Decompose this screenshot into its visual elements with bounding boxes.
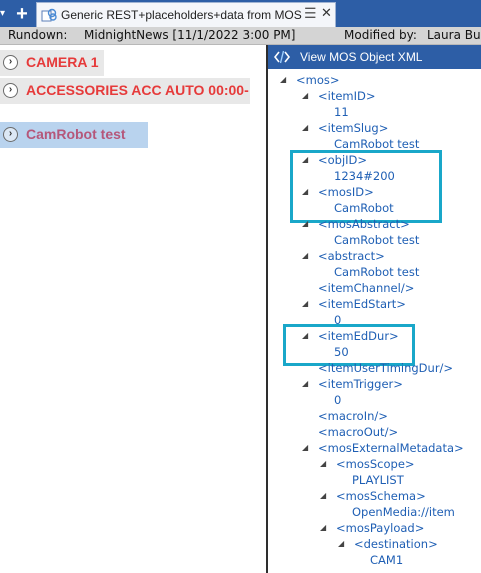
collapse-triangle-icon[interactable]: ◢ xyxy=(302,121,308,135)
modified-by-value: Laura Burr xyxy=(427,28,481,42)
xml-value-node: CamRobot test xyxy=(334,233,420,247)
rundown-item-camera-1[interactable]: › CAMERA 1 xyxy=(0,50,104,76)
tab-drag-handle-icon[interactable]: ☰ xyxy=(304,5,317,22)
xml-tag-node[interactable]: <abstract> xyxy=(318,249,385,263)
xml-tag-node[interactable]: <mosAbstract> xyxy=(318,217,410,231)
close-tab-icon[interactable]: ✕ xyxy=(321,5,332,21)
rundown-item-label: CAMERA 1 xyxy=(26,54,99,70)
xml-tag-node[interactable]: <macroIn/> xyxy=(318,409,388,423)
tab-bar: ▾ + Generic REST+placeholders+data from … xyxy=(0,0,481,27)
rundown-item-label: CamRobot test xyxy=(26,126,126,142)
collapse-triangle-icon[interactable]: ◢ xyxy=(302,217,308,231)
collapse-triangle-icon[interactable]: ◢ xyxy=(320,457,326,471)
rundown-item-label: ACCESSORIES ACC AUTO 00:00- xyxy=(26,82,249,98)
rundown-item-accessories[interactable]: › ACCESSORIES ACC AUTO 00:00- xyxy=(0,78,250,104)
xml-tag-node[interactable]: <itemUserTimingDur/> xyxy=(318,361,453,375)
collapse-triangle-icon[interactable]: ◢ xyxy=(302,249,308,263)
xml-tag-node[interactable]: <mosPayload> xyxy=(336,521,424,535)
xml-value-node: 0 xyxy=(334,393,342,407)
xml-tag-node[interactable]: <objID> xyxy=(318,153,367,167)
xml-tag-node[interactable]: <itemSlug> xyxy=(318,121,388,135)
xml-value-node: CamRobot test xyxy=(334,265,420,279)
collapse-triangle-icon[interactable]: ◢ xyxy=(320,489,326,503)
xml-tag-node[interactable]: <itemChannel/> xyxy=(318,281,414,295)
rundown-items-pane: › CAMERA 1 › ACCESSORIES ACC AUTO 00:00-… xyxy=(0,45,266,573)
xml-tag-node[interactable]: <macroOut/> xyxy=(318,425,398,439)
collapse-triangle-icon[interactable]: ◢ xyxy=(302,297,308,311)
rundown-label: Rundown: xyxy=(8,28,68,42)
collapse-triangle-icon[interactable]: ◢ xyxy=(302,377,308,391)
xml-tag-node[interactable]: <itemTrigger> xyxy=(318,377,403,391)
xml-value-node: PLAYLIST xyxy=(352,473,404,487)
xml-value-node: 1234#200 xyxy=(334,169,395,183)
xml-value-node: 11 xyxy=(334,105,349,119)
collapse-triangle-icon[interactable]: ◢ xyxy=(302,441,308,455)
xml-tag-node[interactable]: <itemID> xyxy=(318,89,376,103)
add-tab-button[interactable]: + xyxy=(12,4,32,24)
expand-chevron-icon[interactable]: › xyxy=(3,127,18,142)
collapse-triangle-icon[interactable]: ◢ xyxy=(280,73,286,87)
xml-value-node: OpenMedia://item xyxy=(352,505,455,519)
collapse-triangle-icon[interactable]: ◢ xyxy=(302,153,308,167)
xml-tag-node[interactable]: <mosExternalMetadata> xyxy=(318,441,464,455)
collapse-triangle-icon[interactable]: ◢ xyxy=(320,521,326,535)
expand-chevron-icon[interactable]: › xyxy=(3,83,18,98)
xml-tag-node[interactable]: <mos> xyxy=(296,73,340,87)
tab-menu-arrow-icon[interactable]: ▾ xyxy=(0,9,8,19)
xml-value-node: 50 xyxy=(334,345,349,359)
tab-generic-rest[interactable]: Generic REST+placeholders+data from MOS … xyxy=(36,2,336,27)
xml-value-node: 0 xyxy=(334,313,342,327)
xml-brackets-icon xyxy=(274,50,290,64)
xml-value-node: CamRobot xyxy=(334,201,394,215)
collapse-triangle-icon[interactable]: ◢ xyxy=(302,329,308,343)
xml-tree: ◢ <mos> ◢ <itemID> 11 ◢ <itemSlug> CamRobot tes… xyxy=(268,69,481,573)
modified-by-label: Modified by: xyxy=(344,28,417,42)
xml-tag-node[interactable]: <mosScope> xyxy=(336,457,415,471)
collapse-triangle-icon[interactable]: ◢ xyxy=(338,537,344,551)
expand-chevron-icon[interactable]: › xyxy=(3,55,18,70)
xml-tag-node[interactable]: <destination> xyxy=(354,537,438,551)
collapse-triangle-icon[interactable]: ◢ xyxy=(302,89,308,103)
xml-value-node: CAM1 xyxy=(370,553,404,567)
xml-tag-node[interactable]: <itemEdDur> xyxy=(318,329,399,343)
xml-tag-node[interactable]: <mosID> xyxy=(318,185,374,199)
rundown-value: MidnightNews [11/1/2022 3:00 PM] xyxy=(84,28,296,42)
xml-panel-header: View MOS Object XML xyxy=(268,45,481,69)
rundown-item-camrobot-test[interactable]: › CamRobot test xyxy=(0,122,148,148)
xml-panel-title: View MOS Object XML xyxy=(300,50,423,64)
tab-title: Generic REST+placeholders+data from MOS xyxy=(61,8,302,22)
xml-tag-node[interactable]: <itemEdStart> xyxy=(318,297,406,311)
link-document-icon xyxy=(41,8,57,22)
xml-value-node: CamRobot test xyxy=(334,137,420,151)
collapse-triangle-icon[interactable]: ◢ xyxy=(302,185,308,199)
xml-tag-node[interactable]: <mosSchema> xyxy=(336,489,426,503)
rundown-info-bar: Rundown: MidnightNews [11/1/2022 3:00 PM… xyxy=(0,27,481,45)
